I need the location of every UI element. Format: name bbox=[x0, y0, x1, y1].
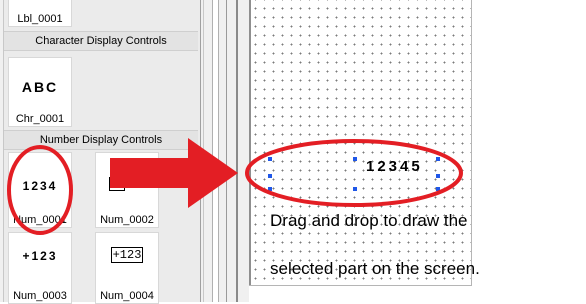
highlight-ellipse-canvas bbox=[245, 139, 463, 207]
highlight-circle-palette bbox=[7, 145, 73, 235]
annotation-layer bbox=[7, 138, 463, 235]
arrow-right-icon bbox=[110, 138, 238, 208]
